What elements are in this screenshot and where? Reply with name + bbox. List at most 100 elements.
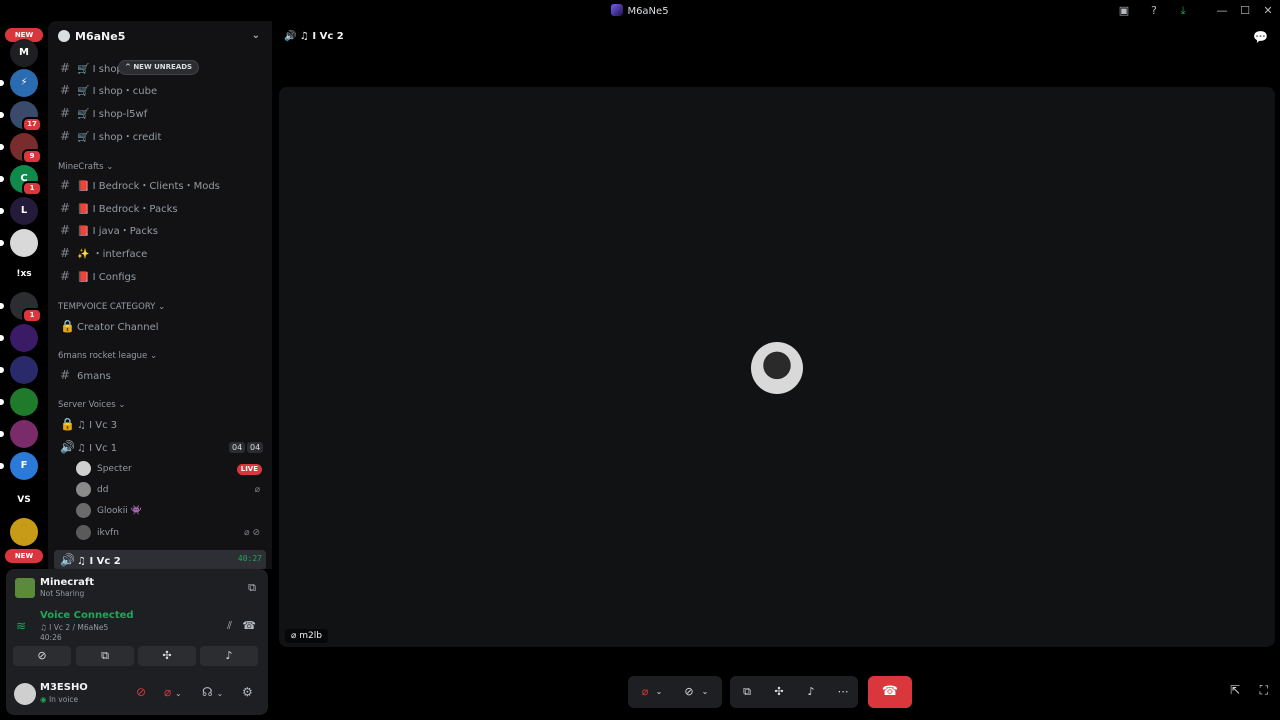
avatar[interactable] bbox=[14, 683, 36, 705]
hash-icon: # bbox=[60, 223, 71, 237]
voice-location[interactable]: ♫ I Vc 2 / M6aNe5 bbox=[40, 623, 108, 632]
camera-off-button[interactable]: ⊘ bbox=[13, 646, 71, 666]
page-title: 🔊 ♫ I Vc 2 bbox=[284, 31, 344, 42]
hash-icon: # bbox=[60, 178, 71, 192]
hash-icon: # bbox=[60, 129, 71, 143]
popout-icon[interactable]: ⇱ bbox=[1230, 683, 1240, 697]
voice-timer: 40:26 bbox=[40, 633, 62, 642]
server-icon bbox=[58, 30, 70, 42]
title-bar: M6aNe5 ▣ ? ⤓ — ☐ ✕ bbox=[0, 0, 1280, 21]
more-icon[interactable]: ⋯ bbox=[830, 676, 856, 708]
inbox-icon[interactable]: ▣ bbox=[1116, 3, 1132, 19]
activities-button[interactable]: ✣ bbox=[766, 676, 792, 708]
minimize-icon[interactable]: — bbox=[1214, 3, 1230, 19]
gear-icon[interactable]: ⚙ bbox=[242, 685, 253, 699]
speaker-icon: 🔊 bbox=[284, 31, 297, 42]
channel-item[interactable]: # ✨ ・interface bbox=[54, 243, 266, 263]
channel-item[interactable]: #6mans bbox=[54, 365, 266, 385]
hash-icon: # bbox=[60, 201, 71, 215]
voice-user[interactable]: Glookii 👾 bbox=[76, 501, 142, 521]
channel-sidebar: M6aNe5 ⌄ # 🛒 I shop ^ NEW UNREADS # 🛒 I sh… bbox=[48, 21, 272, 569]
channel-creator[interactable]: 🔒 Creator Channel bbox=[54, 316, 266, 336]
server-icon[interactable]: M bbox=[10, 39, 38, 67]
window-title: M6aNe5 bbox=[0, 4, 1280, 17]
server-icon[interactable]: C1 bbox=[0, 165, 42, 196]
voice-channel-vc2[interactable]: 🔊 ♫ I Vc 2 bbox=[54, 550, 266, 569]
disconnect-button[interactable]: ☎ bbox=[868, 676, 912, 708]
server-icon[interactable] bbox=[10, 518, 38, 546]
category-minecrafts[interactable]: MineCrafts ⌄ bbox=[58, 162, 113, 172]
disconnect-icon[interactable]: ☎ bbox=[242, 619, 256, 632]
channel-item[interactable]: # 🛒 I shop・cube bbox=[54, 80, 266, 100]
user-limit-badge: 04 bbox=[229, 442, 246, 453]
lock-icon: 🔒 bbox=[60, 417, 75, 431]
app-logo-icon bbox=[611, 4, 624, 16]
hash-icon: # bbox=[60, 368, 71, 382]
hash-icon: # bbox=[60, 61, 71, 75]
server-header[interactable]: M6aNe5 ⌄ bbox=[48, 21, 272, 53]
headphones-icon[interactable]: ☊ ⌄ bbox=[202, 685, 223, 699]
new-unreads-button[interactable]: ^ NEW UNREADS bbox=[118, 60, 200, 75]
server-icon[interactable] bbox=[0, 324, 38, 352]
share-screen-icon[interactable]: ⧉ bbox=[248, 581, 256, 595]
avatar bbox=[76, 482, 91, 497]
maximize-icon[interactable]: ☐ bbox=[1237, 3, 1253, 19]
category-tempvoice[interactable]: TEMPVOICE CATEGORY ⌄ bbox=[58, 302, 165, 312]
server-icon[interactable]: 9 bbox=[0, 133, 42, 164]
channel-item[interactable]: # 📕 I Configs bbox=[54, 266, 266, 286]
channel-item[interactable]: # 📕 I Bedrock・Clients・Mods bbox=[54, 175, 266, 195]
avatar bbox=[76, 461, 91, 476]
speaker-icon: 🔊 bbox=[60, 440, 75, 454]
minecraft-icon bbox=[15, 578, 35, 598]
server-icon[interactable]: 1 bbox=[0, 292, 42, 323]
server-icon[interactable]: VS bbox=[10, 486, 38, 514]
username[interactable]: M3ESHO bbox=[40, 682, 88, 693]
server-icon[interactable] bbox=[0, 229, 38, 257]
avatar bbox=[751, 342, 803, 394]
user-panel: Minecraft Not Sharing ⧉ ≋ Voice Connecte… bbox=[6, 569, 268, 715]
server-icon[interactable] bbox=[0, 388, 38, 416]
fullscreen-icon[interactable]: ⛶ bbox=[1260, 683, 1268, 698]
mic-muted-icon: ⌀ bbox=[254, 485, 260, 495]
noise-suppression-icon[interactable]: ⫽ bbox=[227, 619, 232, 633]
screen-share-button[interactable]: ⧉ bbox=[734, 676, 760, 708]
channel-item[interactable]: # 🛒 I shop・credit bbox=[54, 126, 266, 146]
activities-button[interactable]: ✣ bbox=[138, 646, 196, 666]
soundboard-button[interactable]: ♪ bbox=[200, 646, 258, 666]
activity-status: Not Sharing bbox=[40, 589, 85, 598]
channel-item[interactable]: # 🛒 I shop-l5wf bbox=[54, 103, 266, 123]
speaker-icon: 🔊 bbox=[60, 553, 75, 567]
mic-muted-icon[interactable]: ⌀ ⌄ bbox=[164, 685, 182, 699]
lock-icon: 🔒 bbox=[60, 319, 75, 333]
server-icon[interactable]: 17 bbox=[0, 101, 42, 132]
connection-icon: ≋ bbox=[16, 619, 27, 633]
chevron-down-icon[interactable]: ⌄ bbox=[652, 676, 666, 708]
server-icon[interactable]: L bbox=[0, 197, 38, 225]
soundboard-button[interactable]: ♪ bbox=[798, 676, 824, 708]
server-icon[interactable] bbox=[0, 356, 38, 384]
server-icon[interactable]: !xs bbox=[10, 260, 38, 288]
chevron-down-icon[interactable]: ⌄ bbox=[252, 30, 260, 41]
voice-user[interactable]: Specter bbox=[76, 459, 132, 479]
voice-user[interactable]: ikvfn bbox=[76, 523, 119, 543]
download-icon[interactable]: ⤓ bbox=[1175, 3, 1191, 19]
hash-icon: # bbox=[60, 246, 71, 260]
server-icon[interactable]: F bbox=[0, 452, 38, 480]
screen-share-button[interactable]: ⧉ bbox=[76, 646, 134, 666]
help-icon[interactable]: ? bbox=[1146, 3, 1162, 19]
user-count-badge: 04 bbox=[247, 442, 264, 453]
category-6mans[interactable]: 6mans rocket league ⌄ bbox=[58, 351, 157, 361]
voice-channel-vc3[interactable]: 🔒 ♫ I Vc 3 bbox=[54, 414, 266, 434]
voice-user[interactable]: dd bbox=[76, 480, 108, 500]
voice-status[interactable]: Voice Connected bbox=[40, 610, 134, 621]
chevron-down-icon[interactable]: ⌄ bbox=[698, 676, 712, 708]
video-tile[interactable]: ⌀ m2lb bbox=[279, 87, 1275, 647]
close-icon[interactable]: ✕ bbox=[1260, 3, 1276, 19]
camera-off-icon[interactable]: ⊘ bbox=[136, 685, 146, 699]
channel-item[interactable]: # 📕 I java・Packs bbox=[54, 220, 266, 240]
server-icon[interactable] bbox=[0, 420, 38, 448]
category-server-voices[interactable]: Server Voices ⌄ bbox=[58, 400, 125, 410]
channel-item[interactable]: # 📕 I Bedrock・Packs bbox=[54, 198, 266, 218]
chat-icon[interactable]: 💬 bbox=[1253, 30, 1268, 44]
server-icon[interactable]: ⚡ bbox=[0, 69, 38, 97]
